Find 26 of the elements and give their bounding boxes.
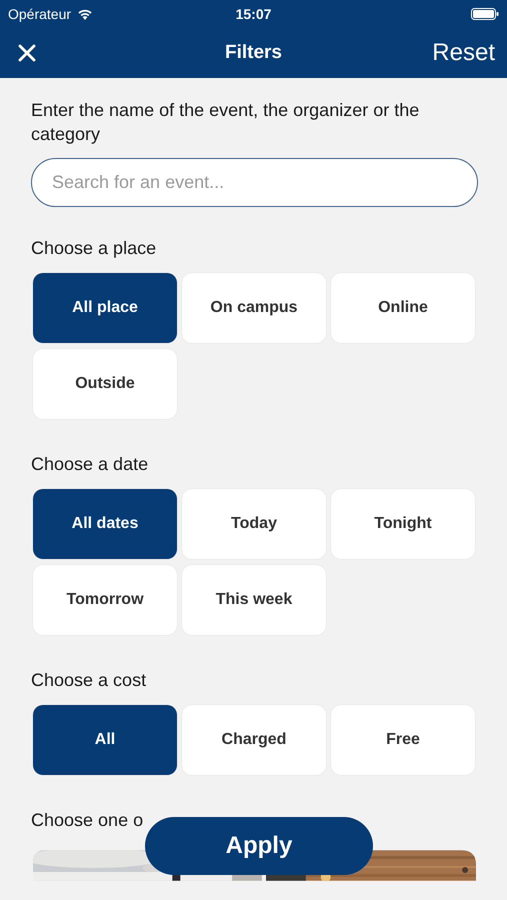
- filter-chip[interactable]: Today: [182, 489, 326, 559]
- filter-chip[interactable]: Tomorrow: [33, 565, 177, 635]
- close-icon[interactable]: [18, 44, 36, 62]
- clock-time: 15:07: [236, 6, 272, 22]
- section-heading: Choose one o: [31, 809, 144, 831]
- search-field[interactable]: Search for an event...: [31, 158, 478, 207]
- filter-chip[interactable]: Tonight: [331, 489, 475, 559]
- filter-chip[interactable]: This week: [182, 565, 326, 635]
- section-heading: Choose a place: [31, 237, 156, 259]
- section-heading: Choose a cost: [31, 669, 146, 691]
- battery-icon: [471, 8, 499, 20]
- filter-chip[interactable]: All dates: [33, 489, 177, 559]
- wifi-icon: [77, 8, 94, 20]
- filter-chip[interactable]: On campus: [182, 273, 326, 343]
- filter-chip[interactable]: All: [33, 705, 177, 775]
- filter-chip[interactable]: Charged: [182, 705, 326, 775]
- filter-chip[interactable]: Outside: [33, 349, 177, 419]
- filter-chip[interactable]: Online: [331, 273, 475, 343]
- screen-title: Filters: [224, 42, 282, 64]
- search-prompt: Enter the name of the event, the organizer or the category: [31, 99, 420, 146]
- section-heading: Choose a date: [31, 453, 148, 475]
- apply-button[interactable]: Apply: [145, 817, 373, 875]
- filter-chip[interactable]: Free: [331, 705, 475, 775]
- carrier-name: Opérateur: [8, 6, 72, 22]
- reset-button[interactable]: Reset: [432, 39, 495, 67]
- filter-chip[interactable]: All place: [33, 273, 177, 343]
